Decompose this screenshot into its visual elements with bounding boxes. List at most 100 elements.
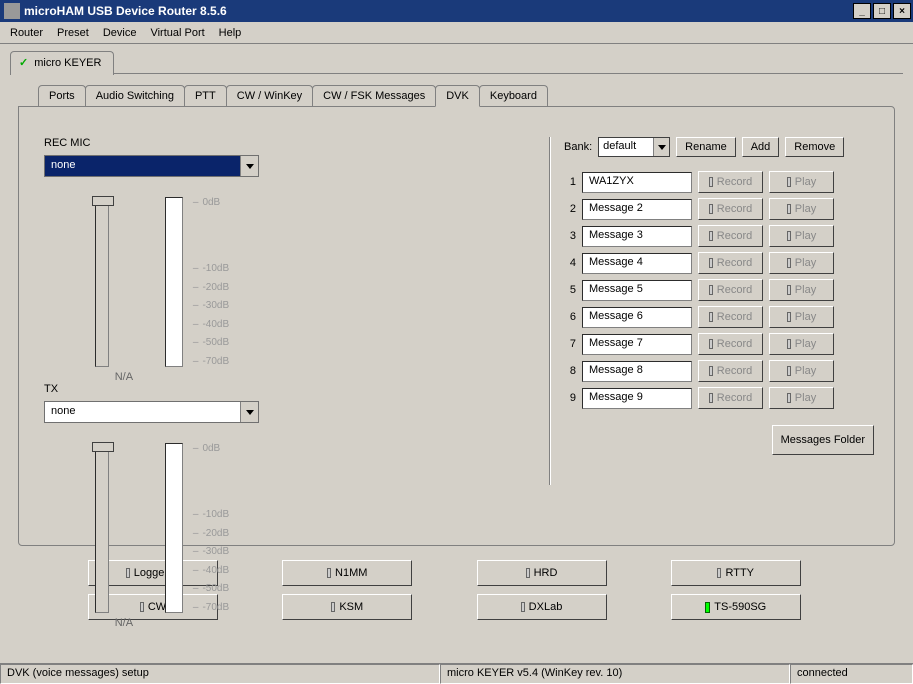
message-row: 2Message 2RecordPlay [564, 198, 874, 220]
play-button-1[interactable]: Play [769, 171, 834, 193]
record-button-3[interactable]: Record [698, 225, 763, 247]
tx-ticks: – 0dB – -10dB – -20dB – -30dB – -40dB – … [193, 443, 229, 613]
tx-na: N/A [89, 617, 159, 629]
rec-mic-combo[interactable]: none [44, 155, 259, 177]
config-tabs: Ports Audio Switching PTT CW / WinKey CW… [38, 84, 895, 106]
led-icon [787, 231, 791, 241]
chevron-down-icon[interactable] [653, 138, 669, 156]
add-button[interactable]: Add [742, 137, 780, 157]
window-title: microHAM USB Device Router 8.5.6 [24, 4, 853, 18]
led-icon [709, 285, 713, 295]
tab-dvk[interactable]: DVK [435, 85, 480, 107]
record-button-9[interactable]: Record [698, 387, 763, 409]
record-button-6[interactable]: Record [698, 306, 763, 328]
check-icon: ✓ [19, 56, 28, 69]
title-bar: microHAM USB Device Router 8.5.6 _ □ × [0, 0, 913, 22]
divider [549, 137, 551, 485]
rename-button[interactable]: Rename [676, 137, 736, 157]
led-icon [709, 258, 713, 268]
status-bar: DVK (voice messages) setup micro KEYER v… [0, 663, 913, 684]
record-button-8[interactable]: Record [698, 360, 763, 382]
tab-audio-switching[interactable]: Audio Switching [85, 85, 185, 107]
status-mid: micro KEYER v5.4 (WinKey rev. 10) [440, 664, 790, 684]
message-row: 8Message 8RecordPlay [564, 360, 874, 382]
record-button-4[interactable]: Record [698, 252, 763, 274]
chevron-down-icon[interactable] [240, 402, 258, 422]
play-button-7[interactable]: Play [769, 333, 834, 355]
message-row: 6Message 6RecordPlay [564, 306, 874, 328]
device-tab-microkeyer[interactable]: ✓ micro KEYER [10, 51, 114, 75]
play-button-2[interactable]: Play [769, 198, 834, 220]
menu-preset[interactable]: Preset [57, 27, 89, 39]
tx-slider[interactable] [95, 443, 109, 613]
play-button-9[interactable]: Play [769, 387, 834, 409]
menu-device[interactable]: Device [103, 27, 137, 39]
message-row: 5Message 5RecordPlay [564, 279, 874, 301]
led-icon [709, 177, 713, 187]
app-icon [4, 3, 20, 19]
remove-button[interactable]: Remove [785, 137, 844, 157]
led-icon [709, 339, 713, 349]
tab-keyboard[interactable]: Keyboard [479, 85, 548, 107]
menu-virtual-port[interactable]: Virtual Port [150, 27, 204, 39]
record-button-1[interactable]: Record [698, 171, 763, 193]
tab-ptt[interactable]: PTT [184, 85, 227, 107]
menu-help[interactable]: Help [219, 27, 242, 39]
message-input-8[interactable]: Message 8 [582, 361, 692, 382]
dvk-panel: REC MIC none N/A – 0dB [18, 106, 895, 546]
message-input-7[interactable]: Message 7 [582, 334, 692, 355]
bank-value: default [599, 138, 653, 156]
slider-thumb[interactable] [92, 196, 114, 206]
tx-meter [165, 443, 183, 613]
led-icon [709, 312, 713, 322]
tx-value: none [45, 402, 240, 422]
led-icon [709, 204, 713, 214]
menu-router[interactable]: Router [10, 27, 43, 39]
play-button-3[interactable]: Play [769, 225, 834, 247]
minimize-button[interactable]: _ [853, 3, 871, 19]
led-icon [787, 393, 791, 403]
record-button-5[interactable]: Record [698, 279, 763, 301]
message-list: 1WA1ZYXRecordPlay 2Message 2RecordPlay 3… [564, 171, 874, 409]
message-input-3[interactable]: Message 3 [582, 226, 692, 247]
play-button-6[interactable]: Play [769, 306, 834, 328]
maximize-button[interactable]: □ [873, 3, 891, 19]
status-right: connected [790, 664, 913, 684]
play-button-8[interactable]: Play [769, 360, 834, 382]
led-icon [787, 177, 791, 187]
rec-mic-ticks: – 0dB – -10dB – -20dB – -30dB – -40dB – … [193, 197, 229, 367]
tx-combo[interactable]: none [44, 401, 259, 423]
message-input-1[interactable]: WA1ZYX [582, 172, 692, 193]
message-input-6[interactable]: Message 6 [582, 307, 692, 328]
tab-ports[interactable]: Ports [38, 85, 86, 107]
tab-cw-winkey[interactable]: CW / WinKey [226, 85, 313, 107]
message-row: 4Message 4RecordPlay [564, 252, 874, 274]
chevron-down-icon[interactable] [240, 156, 258, 176]
led-icon [705, 602, 710, 613]
message-input-9[interactable]: Message 9 [582, 388, 692, 409]
preset-ts590sg[interactable]: TS-590SG [671, 594, 801, 620]
menu-bar: Router Preset Device Virtual Port Help [0, 22, 913, 44]
led-icon [787, 204, 791, 214]
slider-thumb[interactable] [92, 442, 114, 452]
message-row: 1WA1ZYXRecordPlay [564, 171, 874, 193]
message-input-5[interactable]: Message 5 [582, 280, 692, 301]
play-button-4[interactable]: Play [769, 252, 834, 274]
bank-combo[interactable]: default [598, 137, 670, 157]
tab-cw-fsk-messages[interactable]: CW / FSK Messages [312, 85, 436, 107]
status-left: DVK (voice messages) setup [0, 664, 440, 684]
message-input-2[interactable]: Message 2 [582, 199, 692, 220]
led-icon [709, 231, 713, 241]
record-button-2[interactable]: Record [698, 198, 763, 220]
message-input-4[interactable]: Message 4 [582, 253, 692, 274]
led-icon [717, 568, 721, 578]
led-icon [787, 258, 791, 268]
close-button[interactable]: × [893, 3, 911, 19]
messages-folder-button[interactable]: Messages Folder [772, 425, 874, 455]
message-row: 7Message 7RecordPlay [564, 333, 874, 355]
rec-mic-slider[interactable] [95, 197, 109, 367]
device-tab-row: ✓ micro KEYER [0, 44, 913, 74]
play-button-5[interactable]: Play [769, 279, 834, 301]
preset-rtty[interactable]: RTTY [671, 560, 801, 586]
record-button-7[interactable]: Record [698, 333, 763, 355]
